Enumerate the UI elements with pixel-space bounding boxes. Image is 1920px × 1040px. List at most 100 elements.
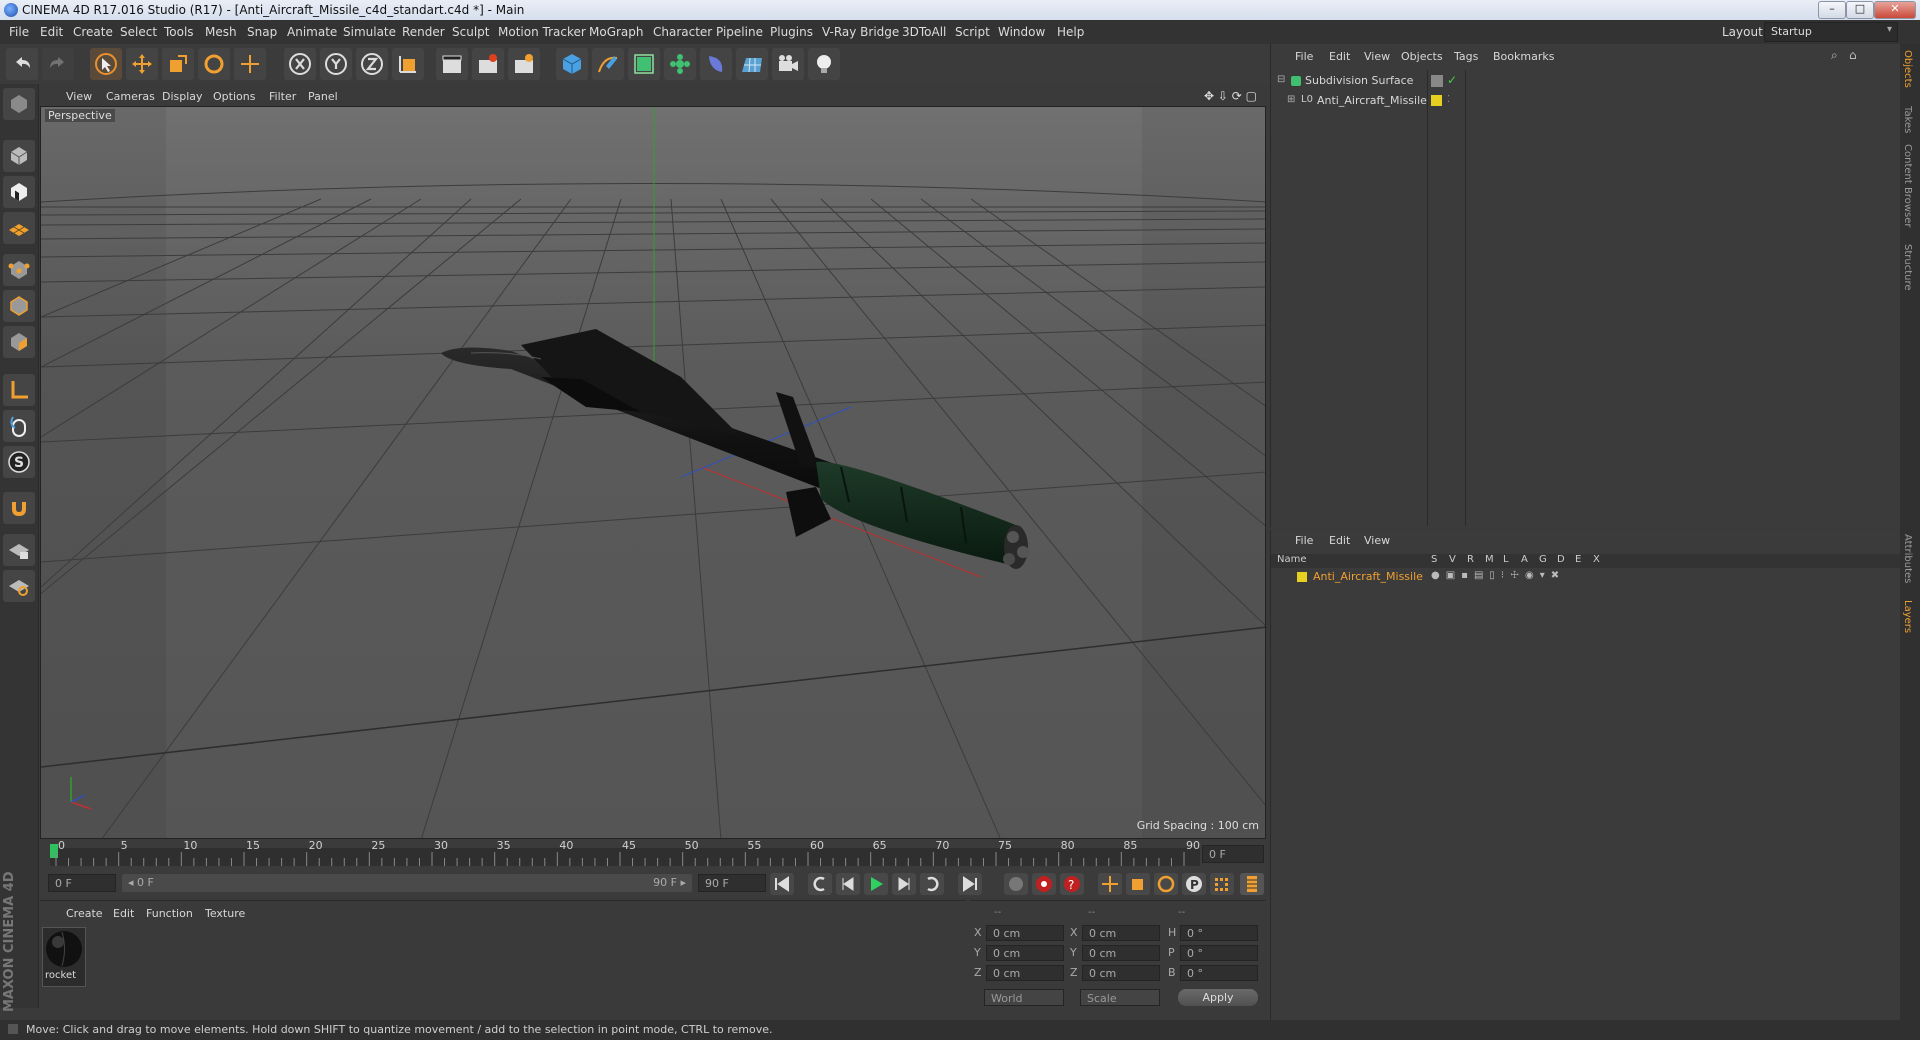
playhead[interactable] — [50, 844, 58, 858]
add-cube-button[interactable] — [556, 48, 588, 80]
size-z-field[interactable]: 0 cm — [1082, 965, 1160, 981]
add-camera-button[interactable] — [772, 48, 804, 80]
viewport-menu-view[interactable]: View — [66, 90, 92, 103]
next-frame-button[interactable] — [892, 873, 916, 895]
make-editable-button[interactable] — [3, 88, 35, 120]
material-menu-texture[interactable]: Texture — [205, 907, 245, 920]
menu-mesh[interactable]: Mesh — [205, 25, 237, 39]
tab-attributes[interactable]: Attributes — [1902, 534, 1913, 583]
layer-col-d[interactable]: D — [1557, 554, 1565, 565]
add-deformer-button[interactable] — [700, 48, 732, 80]
workplane-mode-button[interactable] — [3, 212, 35, 244]
apply-button[interactable]: Apply — [1178, 989, 1258, 1006]
layer-col-e[interactable]: E — [1575, 554, 1581, 565]
object-row-anti-aircraft-missile[interactable]: ⊞ L0 Anti_Aircraft_Missile — [1275, 94, 1427, 110]
layer-menu-view[interactable]: View — [1364, 534, 1390, 547]
add-spline-button[interactable] — [592, 48, 624, 80]
go-to-start-button[interactable] — [770, 873, 794, 895]
menu-plugins[interactable]: Plugins — [770, 25, 813, 39]
menu-simulate[interactable]: Simulate — [343, 25, 396, 39]
texture-mode-button[interactable] — [3, 176, 35, 208]
model-mode-button[interactable] — [3, 140, 35, 172]
prev-key-button[interactable] — [808, 873, 832, 895]
menu-render[interactable]: Render — [402, 25, 445, 39]
coord-system-dropdown[interactable]: World — [984, 989, 1064, 1006]
minimize-button[interactable]: – — [1818, 1, 1846, 19]
frame-range-slider[interactable]: ◂ 0 F 90 F ▸ — [122, 874, 692, 892]
layer-color-swatch[interactable] — [1297, 572, 1307, 582]
next-key-button[interactable] — [920, 873, 944, 895]
key-parameter-button[interactable]: P — [1182, 873, 1206, 895]
key-pla-button[interactable] — [1210, 873, 1234, 895]
pos-x-field[interactable]: 0 cm — [986, 925, 1064, 941]
magnet-button[interactable] — [3, 492, 35, 524]
viewport-menu-filter[interactable]: Filter — [269, 90, 296, 103]
size-x-field[interactable]: 0 cm — [1082, 925, 1160, 941]
layer-menu-edit[interactable]: Edit — [1329, 534, 1350, 547]
object-menu-tags[interactable]: Tags — [1454, 50, 1478, 63]
undo-button[interactable] — [6, 48, 38, 80]
current-frame-field[interactable]: 0 F — [1202, 845, 1264, 863]
y-axis-button[interactable] — [320, 48, 352, 80]
home-icon[interactable]: ⌂ — [1849, 48, 1857, 62]
menu-select[interactable]: Select — [120, 25, 157, 39]
layer-menu-file[interactable]: File — [1295, 534, 1313, 547]
key-scale-button[interactable] — [1126, 873, 1150, 895]
coordinate-system-button[interactable] — [392, 48, 424, 80]
menu-create[interactable]: Create — [73, 25, 113, 39]
layer-col-g[interactable]: G — [1539, 554, 1547, 565]
layer-col-x[interactable]: X — [1593, 554, 1600, 565]
viewport-menu-panel[interactable]: Panel — [308, 90, 338, 103]
workplane-axis-button[interactable] — [3, 570, 35, 602]
layer-col-s[interactable]: S — [1431, 554, 1437, 565]
end-frame-field[interactable]: 90 F — [698, 874, 766, 892]
render-view-button[interactable] — [436, 48, 468, 80]
layer-col-r[interactable]: R — [1467, 554, 1474, 565]
close-button[interactable]: ✕ — [1874, 1, 1916, 19]
menu-mograph[interactable]: MoGraph — [589, 25, 644, 39]
x-axis-button[interactable] — [284, 48, 316, 80]
visibility-dots-icon[interactable]: ⁚ — [1447, 94, 1450, 105]
visibility-toggle[interactable] — [1431, 75, 1443, 87]
menu-tools[interactable]: Tools — [164, 25, 194, 39]
object-row-subdivision-surface[interactable]: ⊟ Subdivision Surface — [1275, 74, 1427, 90]
viewport-menu-cameras[interactable]: Cameras — [106, 90, 155, 103]
rot-p-field[interactable]: 0 ° — [1180, 945, 1258, 961]
menu-help[interactable]: Help — [1057, 25, 1084, 39]
object-menu-view[interactable]: View — [1364, 50, 1390, 63]
record-active-button[interactable] — [1004, 873, 1028, 895]
key-position-button[interactable] — [1098, 873, 1122, 895]
material-menu-edit[interactable]: Edit — [113, 907, 134, 920]
rot-b-field[interactable]: 0 ° — [1180, 965, 1258, 981]
object-menu-bookmarks[interactable]: Bookmarks — [1493, 50, 1554, 63]
object-menu-file[interactable]: File — [1295, 50, 1313, 63]
layer-color-swatch[interactable] — [1431, 95, 1442, 106]
keyframe-selection-button[interactable]: ? — [1060, 873, 1084, 895]
add-nurbs-button[interactable] — [628, 48, 660, 80]
menu-character[interactable]: Character — [653, 25, 712, 39]
tab-content-browser[interactable]: Content Browser — [1902, 144, 1913, 227]
redo-button[interactable] — [42, 48, 74, 80]
recent-tool-button[interactable] — [234, 48, 266, 80]
size-y-field[interactable]: 0 cm — [1082, 945, 1160, 961]
go-to-end-button[interactable] — [958, 873, 982, 895]
autokey-button[interactable] — [1032, 873, 1056, 895]
menu-window[interactable]: Window — [998, 25, 1045, 39]
maximize-button[interactable]: □ — [1846, 1, 1874, 19]
pos-z-field[interactable]: 0 cm — [986, 965, 1064, 981]
layout-dropdown[interactable]: Startup ▾ — [1764, 22, 1898, 42]
start-frame-field[interactable]: 0 F — [48, 874, 116, 892]
search-icon[interactable]: ⌕ — [1831, 48, 1838, 63]
checkmark-icon[interactable]: ✓ — [1447, 73, 1457, 87]
menu-sculpt[interactable]: Sculpt — [452, 25, 489, 39]
pos-y-field[interactable]: 0 cm — [986, 945, 1064, 961]
prev-frame-button[interactable] — [836, 873, 860, 895]
viewport-navigation-icons[interactable]: ✥ ⇩ ⟳ ▢ — [1204, 89, 1257, 103]
add-environment-button[interactable] — [736, 48, 768, 80]
key-rotation-button[interactable] — [1154, 873, 1178, 895]
layer-flag-icons[interactable]: ●▣▪▤▯⁝☩◉▾✖ — [1431, 570, 1565, 581]
menu-animate[interactable]: Animate — [287, 25, 337, 39]
menu-vray-bridge[interactable]: V-Ray Bridge — [822, 25, 899, 39]
object-menu-edit[interactable]: Edit — [1329, 50, 1350, 63]
axis-mode-button[interactable] — [3, 374, 35, 406]
